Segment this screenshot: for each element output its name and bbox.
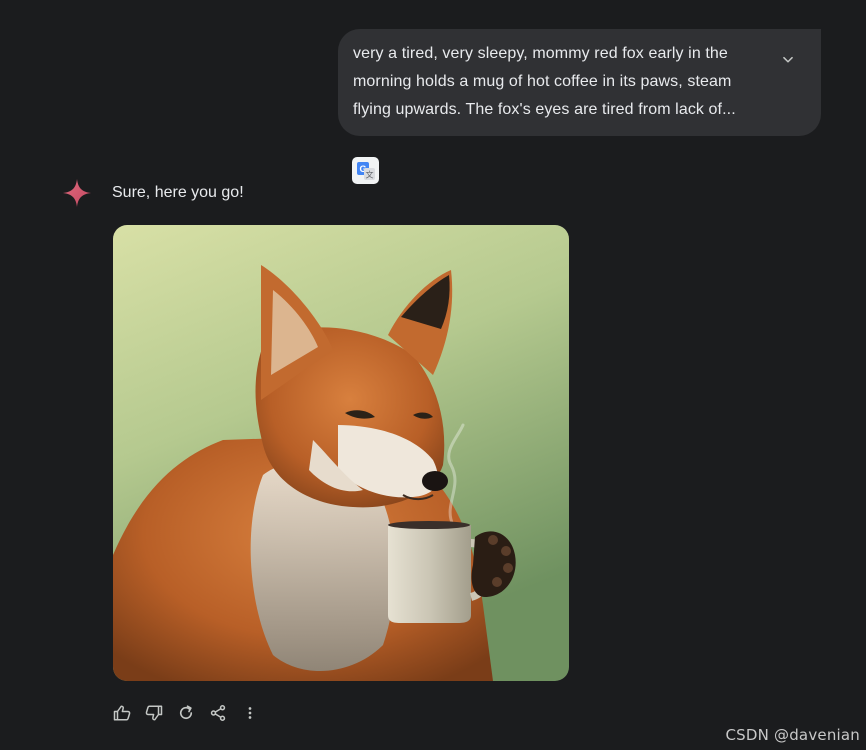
thumbs-down-icon: [145, 705, 163, 721]
more-vert-icon: [248, 707, 252, 719]
share-button[interactable]: [206, 701, 230, 725]
thumbs-up-button[interactable]: [110, 701, 134, 725]
expand-prompt-button[interactable]: [777, 49, 799, 71]
share-icon: [210, 705, 226, 721]
google-translate-icon: G 文: [356, 161, 375, 180]
thumbs-up-icon: [113, 705, 131, 721]
user-prompt-bubble: very a tired, very sleepy, mommy red fox…: [338, 29, 821, 136]
thumbs-down-button[interactable]: [142, 701, 166, 725]
more-options-button[interactable]: [238, 701, 262, 725]
fox-with-coffee-image: [113, 225, 569, 681]
user-prompt-text: very a tired, very sleepy, mommy red fox…: [353, 40, 763, 124]
generated-image[interactable]: [113, 225, 569, 681]
chat-page: very a tired, very sleepy, mommy red fox…: [0, 0, 866, 750]
gemini-sparkle-icon: [63, 179, 91, 207]
prompt-line: very a tired, very sleepy, mommy red fox…: [353, 45, 728, 62]
watermark: CSDN @davenian: [725, 726, 860, 744]
svg-text:文: 文: [365, 169, 373, 179]
response-actions: [110, 701, 262, 725]
translate-button[interactable]: G 文: [352, 157, 379, 184]
prompt-line: morning holds a mug of hot coffee in its…: [353, 73, 732, 90]
response-text: Sure, here you go!: [112, 184, 244, 201]
regenerate-button[interactable]: [174, 701, 198, 725]
regenerate-icon: [179, 705, 193, 720]
prompt-line: flying upwards. The fox's eyes are tired…: [353, 101, 736, 118]
chevron-down-icon: [783, 56, 793, 63]
